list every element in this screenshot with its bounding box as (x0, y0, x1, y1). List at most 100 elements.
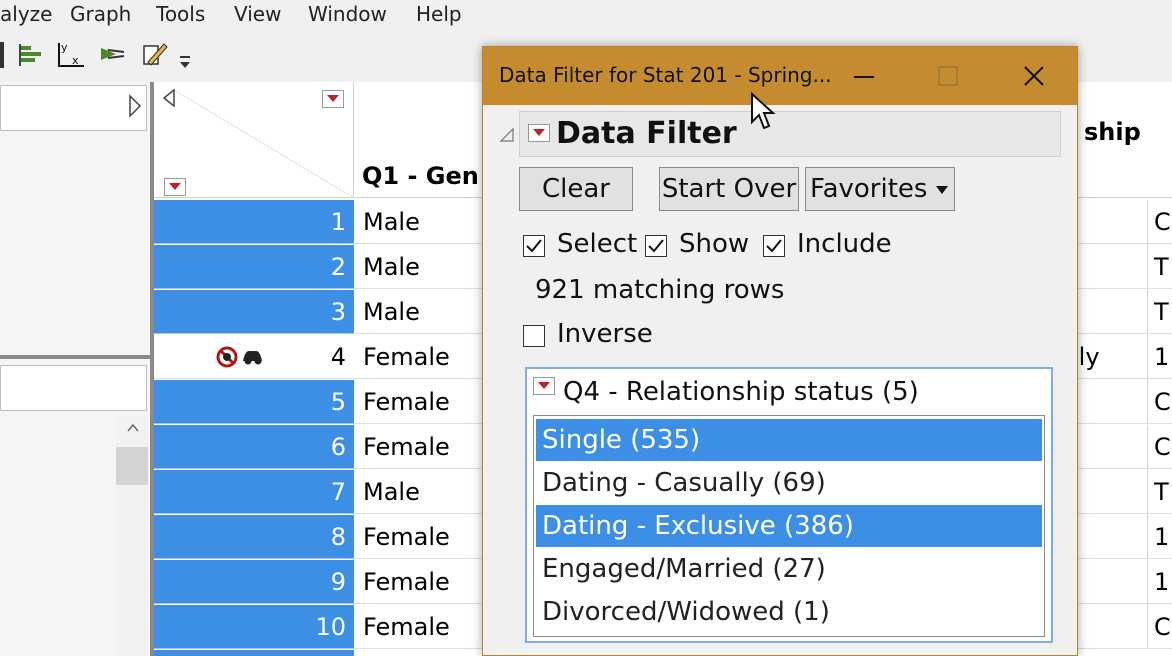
menu-analyze[interactable]: alyze (0, 2, 52, 26)
close-icon[interactable] (1019, 61, 1049, 91)
cell-next[interactable]: T (1148, 245, 1172, 289)
rows-red-triangle-icon[interactable] (164, 178, 186, 196)
cell-relationship[interactable]: lly (1072, 335, 1148, 379)
row-number-text: 4 (330, 343, 346, 371)
row-number[interactable]: 6 (154, 425, 354, 469)
list-item[interactable]: Dating - Casually (69) (536, 462, 1042, 504)
cell-relationship[interactable] (1072, 605, 1148, 649)
cell-next[interactable]: 1 (1148, 335, 1172, 379)
cell-next[interactable]: C (1148, 200, 1172, 244)
show-checkbox[interactable] (645, 235, 667, 257)
minimize-icon[interactable] (849, 61, 879, 91)
cell-gender[interactable]: Male (354, 245, 489, 289)
data-filter-outline: Data Filter (519, 111, 1061, 157)
disclosure-icon[interactable] (499, 127, 515, 143)
row-number[interactable]: 2 (154, 245, 354, 289)
cell-next[interactable]: C (1148, 380, 1172, 424)
filter-red-triangle-icon[interactable] (533, 377, 555, 395)
scrollbar[interactable] (116, 417, 148, 656)
cell-gender[interactable]: Female (354, 605, 489, 649)
columns-red-triangle-icon[interactable] (322, 90, 344, 108)
panel-divider[interactable] (0, 355, 150, 359)
row-number[interactable]: 5 (154, 380, 354, 424)
svg-text:y: y (61, 41, 68, 54)
row-number-partial (154, 650, 354, 656)
arrows-icon[interactable] (98, 40, 128, 70)
cell-gender[interactable]: Female (354, 560, 489, 604)
cell-gender[interactable]: Female (354, 425, 489, 469)
column-header-q4[interactable]: ship (1084, 118, 1141, 146)
cell-next[interactable]: C (1148, 425, 1172, 469)
cell-gender[interactable]: Female (354, 335, 489, 379)
list-item[interactable]: Divorced/Widowed (1) (536, 591, 1042, 633)
cell-gender[interactable]: Female (354, 515, 489, 559)
data-filter-title: Data Filter (556, 116, 737, 151)
cell-next[interactable]: 1 (1148, 515, 1172, 559)
clear-button[interactable]: Clear (519, 167, 633, 211)
include-checkbox[interactable] (763, 235, 785, 257)
column-filter-panel: Q4 - Relationship status (5) Single (535… (525, 367, 1053, 643)
table-corner (154, 82, 354, 198)
expand-right-icon[interactable] (128, 94, 142, 118)
menu-bar: alyze Graph Tools View Window Help (0, 0, 1172, 30)
menu-graph[interactable]: Graph (70, 2, 131, 26)
cell-relationship[interactable] (1072, 380, 1148, 424)
edit-icon[interactable] (140, 40, 170, 70)
start-over-button[interactable]: Start Over (659, 167, 799, 211)
inverse-checkbox[interactable] (523, 325, 545, 347)
cell-next[interactable]: T (1148, 290, 1172, 334)
checkmark-icon (648, 239, 664, 253)
y-by-x-icon[interactable]: y x (56, 40, 86, 70)
select-checkbox[interactable] (523, 235, 545, 257)
row-number[interactable]: 1 (154, 200, 354, 244)
row-number[interactable]: 7 (154, 470, 354, 514)
show-label: Show (679, 229, 750, 259)
row-number[interactable]: 10 (154, 605, 354, 649)
dialog-title: Data Filter for Stat 201 - Spring... (499, 63, 832, 87)
cell-relationship[interactable] (1072, 560, 1148, 604)
scroll-up-icon[interactable] (126, 423, 140, 433)
menu-help[interactable]: Help (416, 2, 462, 26)
cell-relationship[interactable] (1072, 515, 1148, 559)
excluded-hidden-markers-icon (216, 346, 262, 368)
columns-panel[interactable] (0, 85, 147, 131)
menu-window[interactable]: Window (308, 2, 387, 26)
cell-next[interactable]: 1 (1148, 560, 1172, 604)
cell-next[interactable]: C (1148, 605, 1172, 649)
row-number[interactable]: 4 (154, 335, 354, 379)
checkmark-icon (526, 239, 542, 253)
row-number[interactable]: 8 (154, 515, 354, 559)
cell-next[interactable]: T (1148, 470, 1172, 514)
cell-relationship[interactable] (1072, 200, 1148, 244)
menu-view[interactable]: View (234, 2, 281, 26)
matching-rows-text: 921 matching rows (535, 275, 785, 305)
checkmark-icon (766, 239, 782, 253)
cell-relationship[interactable] (1072, 290, 1148, 334)
toolbar-edge (0, 42, 4, 68)
maximize-icon[interactable] (933, 61, 963, 91)
bar-chart-icon[interactable] (16, 40, 46, 70)
cell-relationship[interactable] (1072, 470, 1148, 514)
cell-gender[interactable]: Male (354, 290, 489, 334)
list-item[interactable]: Engaged/Married (27) (536, 548, 1042, 590)
dialog-titlebar[interactable]: Data Filter for Stat 201 - Spring... (483, 47, 1077, 105)
list-item[interactable]: Dating - Exclusive (386) (536, 505, 1042, 547)
cell-gender[interactable]: Male (354, 470, 489, 514)
cell-relationship[interactable] (1072, 425, 1148, 469)
cell-relationship[interactable] (1072, 245, 1148, 289)
collapse-left-icon[interactable] (162, 88, 176, 108)
include-label: Include (797, 229, 892, 259)
list-item[interactable]: Single (535) (536, 419, 1042, 461)
row-number[interactable]: 9 (154, 560, 354, 604)
scrollbar-thumb[interactable] (116, 447, 148, 485)
cell-gender[interactable]: Female (354, 380, 489, 424)
menu-tools[interactable]: Tools (156, 2, 205, 26)
cell-gender[interactable]: Male (354, 200, 489, 244)
mouse-cursor-icon (751, 92, 776, 130)
overflow-icon[interactable] (178, 54, 192, 70)
rows-panel[interactable] (0, 365, 147, 411)
data-filter-red-triangle-icon[interactable] (528, 124, 550, 142)
column-header-q1[interactable]: Q1 - Gen (362, 162, 479, 190)
favorites-dropdown[interactable]: Favorites (805, 167, 955, 211)
row-number[interactable]: 3 (154, 290, 354, 334)
